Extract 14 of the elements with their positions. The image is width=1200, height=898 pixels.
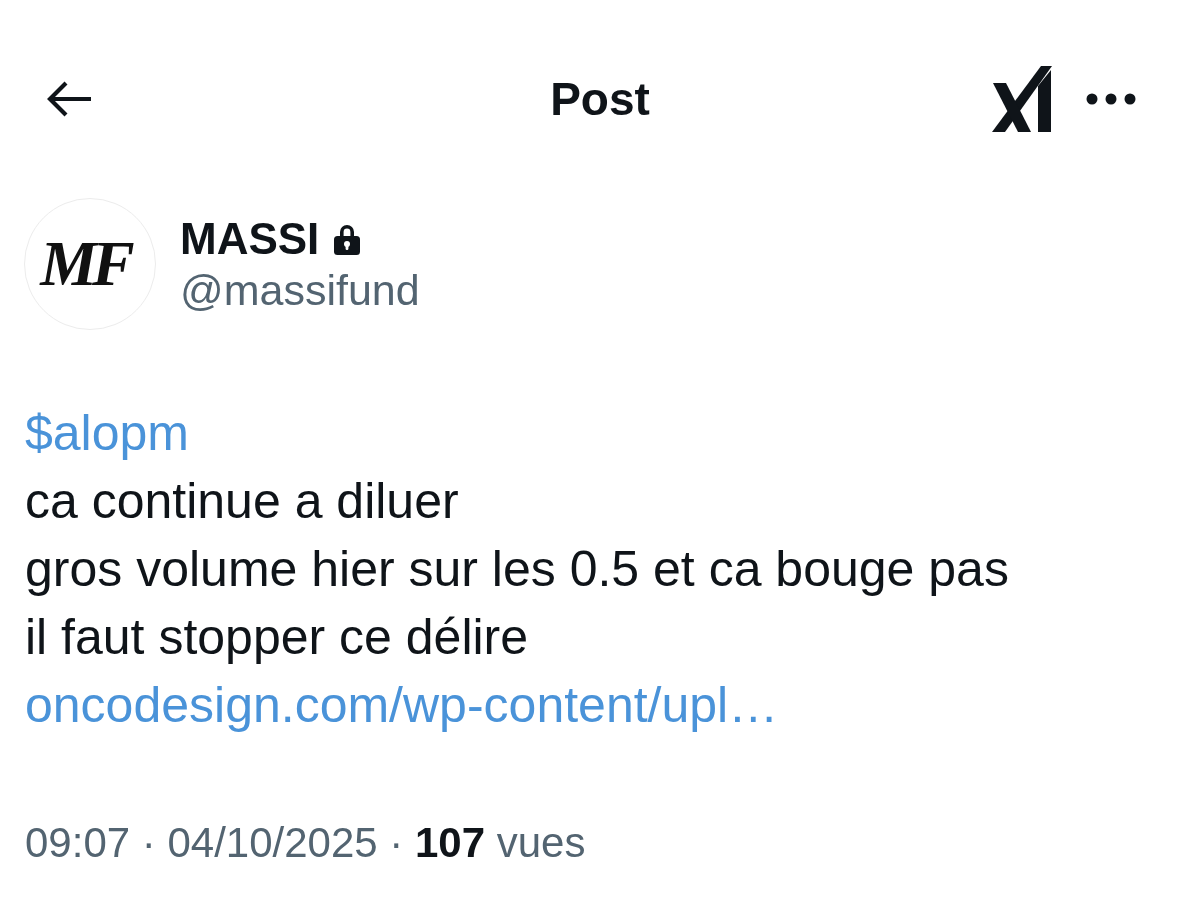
cashtag-link[interactable]: $alopm [25,399,189,467]
slash-logo-icon[interactable] [992,66,1052,132]
page-title: Post [550,76,650,122]
author-name[interactable]: MASSI [180,212,320,265]
post-text-line: gros volume hier sur les 0.5 et ca bouge pas [25,540,1009,599]
avatar[interactable]: MF [24,198,156,330]
author-handle[interactable]: @massifund [180,265,420,315]
post-text-line: ca continue a diluer [25,472,459,531]
post-text-line: il faut stopper ce délire [25,608,529,667]
back-arrow-icon[interactable] [45,79,93,119]
url-link[interactable]: oncodesign.com/wp-content/upl… [25,671,779,739]
avatar-monogram: MF [38,232,132,296]
more-options-icon[interactable] [1086,93,1136,105]
post-meta: 09:07 · 04/10/2025 · 107 vues [25,818,586,868]
